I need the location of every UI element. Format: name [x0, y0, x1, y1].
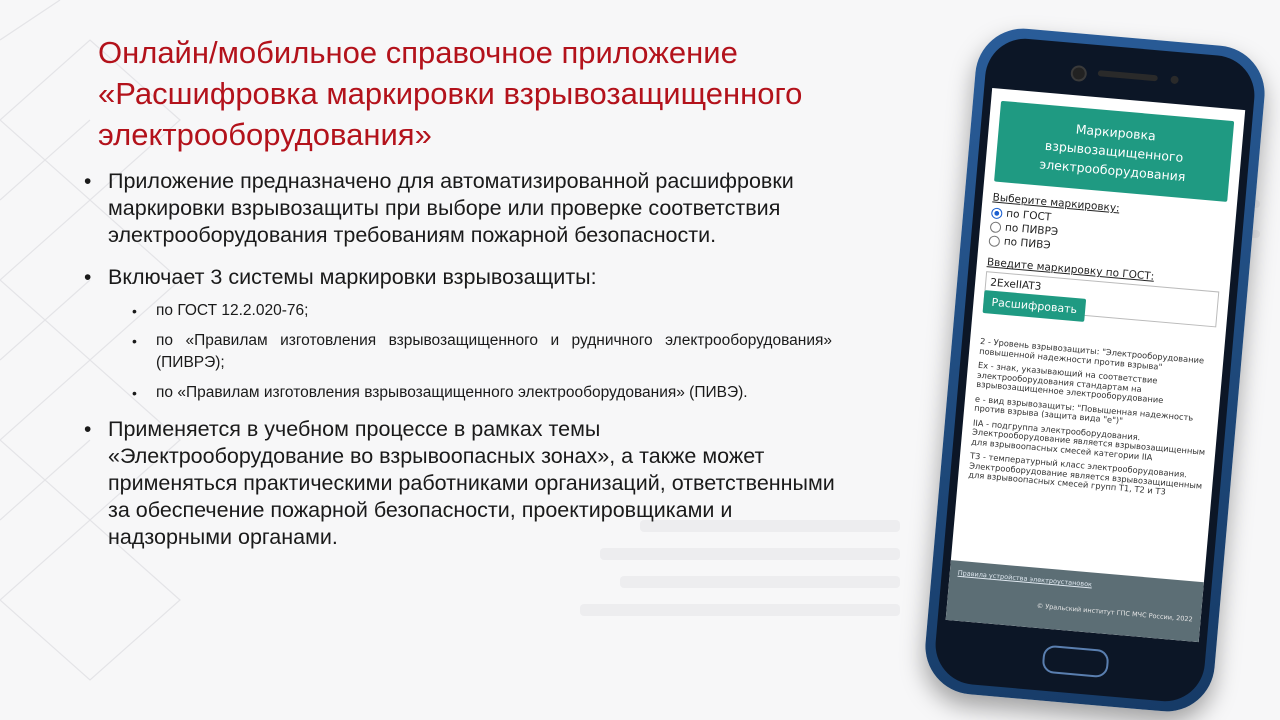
title-line: Онлайн/мобильное справочное приложение: [98, 35, 738, 70]
bullet-usage: Применяется в учебном процессе в рамках …: [82, 416, 842, 551]
marking-selector: Выберите маркировку: по ГОСТ по ПИВРЭ по…: [988, 191, 1236, 267]
speaker-grille: [1097, 70, 1158, 82]
title-line: «Расшифровка маркировки взрывозащищенног…: [98, 76, 803, 111]
app-screen: Маркировка взрывозащищенного электрообор…: [945, 87, 1246, 643]
radio-pive[interactable]: [988, 234, 1001, 247]
slide-content: Приложение предназначено для автоматизир…: [82, 168, 842, 566]
title-line: электрооборудования»: [98, 117, 432, 152]
sub-bullet-list: по ГОСТ 12.2.020-76; по «Правилам изгото…: [82, 300, 842, 404]
footer-copyright: © Уральский институт ГПС МЧС России, 202…: [1036, 601, 1193, 624]
slide-title: Онлайн/мобильное справочное приложение «…: [98, 32, 888, 155]
footer-link-pue[interactable]: Правила устройства электроустановок: [957, 569, 1092, 589]
bullet-systems: Включает 3 системы маркировки взрывозащи…: [82, 264, 842, 291]
phone-mockup: Маркировка взрывозащищенного электрообор…: [921, 24, 1269, 716]
camera-icon: [1070, 64, 1088, 83]
home-button[interactable]: [1041, 644, 1110, 679]
radio-gost[interactable]: [990, 206, 1003, 219]
sensor-icon: [1170, 75, 1179, 85]
sub-bullet-pive: по «Правилам изготовления взрывозащищенн…: [82, 382, 842, 404]
decode-results: 2 - Уровень взрывозащиты: "Электрооборуд…: [968, 336, 1214, 500]
phone-bezel: Маркировка взрывозащищенного электрообор…: [932, 35, 1258, 705]
decode-button[interactable]: Расшифровать: [982, 290, 1087, 322]
phone-body: Маркировка взрывозащищенного электрообор…: [921, 24, 1269, 716]
app-footer: Правила устройства электроустановок © Ур…: [945, 560, 1204, 643]
radio-pivre[interactable]: [989, 220, 1002, 233]
option-gost-label: по ГОСТ: [1005, 207, 1052, 224]
sub-bullet-pivre: по «Правилам изготовления взрывозащищенн…: [82, 330, 842, 374]
app-header: Маркировка взрывозащищенного электрообор…: [994, 100, 1235, 202]
sub-bullet-gost: по ГОСТ 12.2.020-76;: [82, 300, 842, 322]
bullet-purpose: Приложение предназначено для автоматизир…: [82, 168, 842, 249]
option-pive-label: по ПИВЭ: [1003, 235, 1052, 252]
